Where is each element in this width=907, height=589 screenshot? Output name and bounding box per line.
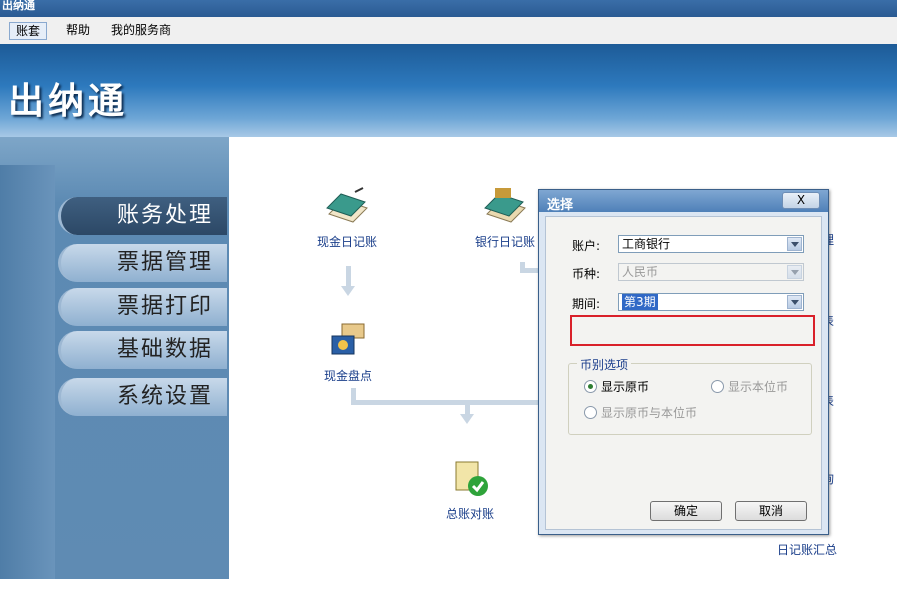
flow-line: [346, 266, 351, 286]
currency-options-group: 币别选项 显示原币 显示本位币 显示原币与本位币: [568, 356, 812, 435]
dialog-body: 账户: 工商银行 币种: 人民币 期间: 第3期 币别选项 显示原币 显示本位币…: [545, 216, 822, 530]
dialog-title-bar[interactable]: 选择 X: [539, 190, 828, 213]
title-bar: 出纳通: [0, 0, 897, 17]
period-label: 期间:: [572, 297, 601, 311]
dialog-title: 选择: [547, 198, 574, 213]
module-label: 现金盘点: [323, 369, 372, 383]
radio-show-base: 显示本位币: [711, 378, 788, 395]
module-label: 总账对账: [445, 507, 494, 521]
module-cash-journal[interactable]: 现金日记账: [312, 186, 382, 250]
menu-item-help[interactable]: 帮助: [60, 22, 96, 38]
account-select[interactable]: 工商银行: [618, 235, 804, 253]
app-banner: 出纳通: [0, 44, 897, 137]
module-label: 日记账汇总: [776, 543, 837, 557]
select-dialog: 选择 X 账户: 工商银行 币种: 人民币 期间: 第3期 币别选项 显示原币 …: [538, 189, 829, 535]
currency-label: 币种:: [572, 267, 601, 281]
currency-value: 人民币: [622, 265, 659, 279]
flow-arrow: [460, 414, 474, 424]
sidebar-item-basic-data[interactable]: 基础数据: [58, 331, 227, 369]
chevron-down-icon: [787, 265, 802, 279]
radio-label: 显示原币: [601, 380, 650, 394]
flow-arrow: [341, 286, 355, 296]
cancel-button[interactable]: 取消: [735, 501, 807, 521]
module-cash-count[interactable]: 现金盘点: [318, 320, 378, 384]
cash-journal-icon: [326, 187, 368, 223]
group-title: 币别选项: [577, 356, 632, 373]
window-title: 出纳通: [2, 0, 35, 12]
sidebar-item-system-settings[interactable]: 系统设置: [58, 378, 227, 416]
radio-show-both: 显示原币与本位币: [584, 404, 697, 421]
sidebar-item-bill-management[interactable]: 票据管理: [58, 244, 227, 282]
flow-line: [520, 268, 540, 273]
module-label: 现金日记账: [316, 235, 377, 249]
menu-bar: 账套 帮助 我的服务商: [0, 17, 897, 45]
account-label: 账户:: [572, 239, 601, 253]
close-button[interactable]: X: [782, 192, 820, 209]
module-journal-summary[interactable]: 日记账汇总: [772, 541, 842, 558]
chevron-down-icon[interactable]: [787, 295, 802, 309]
ok-button[interactable]: 确定: [650, 501, 722, 521]
radio-label: 显示原币与本位币: [601, 406, 698, 420]
highlight-box: [570, 315, 815, 346]
radio-label: 显示本位币: [728, 380, 789, 394]
period-value: 第3期: [622, 294, 658, 310]
radio-checked-icon: [584, 380, 597, 393]
sidebar-item-bill-printing[interactable]: 票据打印: [58, 288, 227, 326]
module-bank-journal[interactable]: 银行日记账: [470, 186, 540, 250]
period-select[interactable]: 第3期: [618, 293, 804, 311]
menu-item-account-set[interactable]: 账套: [9, 22, 48, 40]
module-label: 银行日记账: [474, 235, 535, 249]
bank-journal-icon: [484, 188, 526, 223]
ledger-reconcile-icon: [455, 461, 488, 496]
radio-show-original[interactable]: 显示原币: [584, 378, 649, 395]
radio-unchecked-icon: [711, 380, 724, 393]
account-value: 工商银行: [622, 237, 671, 251]
module-ledger-reconcile[interactable]: 总账对账: [440, 458, 500, 522]
menu-item-service-provider[interactable]: 我的服务商: [105, 22, 177, 38]
cash-count-icon: [331, 323, 365, 355]
sidebar-stripe: [0, 165, 55, 579]
currency-select: 人民币: [618, 263, 804, 281]
app-title: 出纳通: [8, 81, 129, 122]
chevron-down-icon[interactable]: [787, 237, 802, 251]
radio-unchecked-icon: [584, 406, 597, 419]
sidebar-item-accounting[interactable]: 账务处理: [58, 197, 227, 235]
flow-line: [465, 400, 470, 414]
flow-line: [351, 400, 541, 405]
